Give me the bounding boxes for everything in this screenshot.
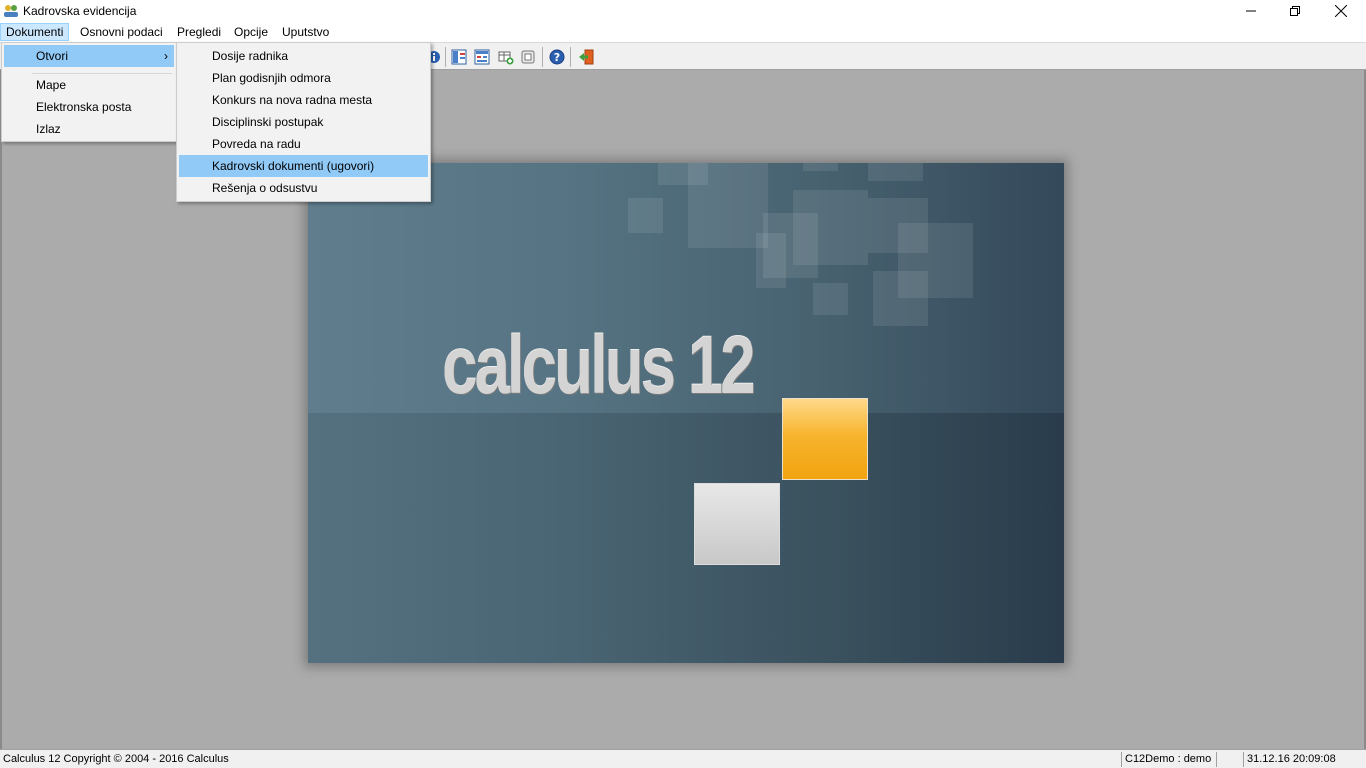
minimize-button[interactable] [1228,0,1274,22]
layout-icon[interactable] [449,47,469,67]
svg-text:?: ? [554,51,560,64]
submenu-item-kadrovski-dokumenti[interactable]: Kadrovski dokumenti (ugovori) [179,155,428,177]
dokumenti-menu: Otvori › Mape Elektronska posta Izlaz [1,42,177,142]
menu-bar: Dokumenti Osnovni podaci Pregledi Opcije… [0,22,1366,42]
exit-icon[interactable] [576,47,596,67]
submenu-item-konkurs[interactable]: Konkurs na nova radna mesta [179,89,428,111]
title-bar: Kadrovska evidencija [0,0,1366,22]
splash-brand: calculus 12 [442,320,756,411]
menu-item-mape[interactable]: Mape [4,74,174,96]
menu-item-izlaz[interactable]: Izlaz [4,118,174,140]
submenu-item-dosije-radnika[interactable]: Dosije radnika [179,45,428,67]
menu-osnovni-podaci[interactable]: Osnovni podaci [74,23,169,41]
help-icon[interactable]: ? [547,47,567,67]
menu-dokumenti[interactable]: Dokumenti [0,23,70,41]
submenu-item-povreda-na-radu[interactable]: Povreda na radu [179,133,428,155]
splash-image: calculus 12 [308,163,1064,663]
menu-opcije[interactable]: Opcije [228,23,274,41]
add-table-icon[interactable] [496,47,516,67]
menu-item-otvori[interactable]: Otvori › [4,45,174,67]
list-view-icon[interactable] [472,47,492,67]
status-bar: Calculus 12 Copyright © 2004 - 2016 Calc… [0,749,1366,768]
submenu-item-plan-godisnjih-odmora[interactable]: Plan godisnjih odmora [179,67,428,89]
status-user: C12Demo : demo [1125,753,1212,765]
submenu-item-resenja-o-odsustvu[interactable]: Rešenja o odsustvu [179,177,428,199]
chevron-right-icon: › [164,49,168,63]
brand-orange-square [782,398,868,480]
menu-uputstvo[interactable]: Uputstvo [276,23,335,41]
menu-item-elektronska-posta[interactable]: Elektronska posta [4,96,174,118]
submenu-item-disciplinski-postupak[interactable]: Disciplinski postupak [179,111,428,133]
otvori-submenu: Dosije radnika Plan godisnjih odmora Kon… [176,42,431,202]
menu-pregledi[interactable]: Pregledi [171,23,227,41]
restore-button[interactable] [1272,0,1318,22]
brand-grey-square [694,483,780,565]
app-icon [3,4,19,18]
print-icon[interactable] [518,47,538,67]
window-title: Kadrovska evidencija [23,4,137,18]
status-datetime: 31.12.16 20:09:08 [1247,753,1336,765]
close-button[interactable] [1318,0,1364,22]
status-copyright: Calculus 12 Copyright © 2004 - 2016 Calc… [3,753,229,765]
